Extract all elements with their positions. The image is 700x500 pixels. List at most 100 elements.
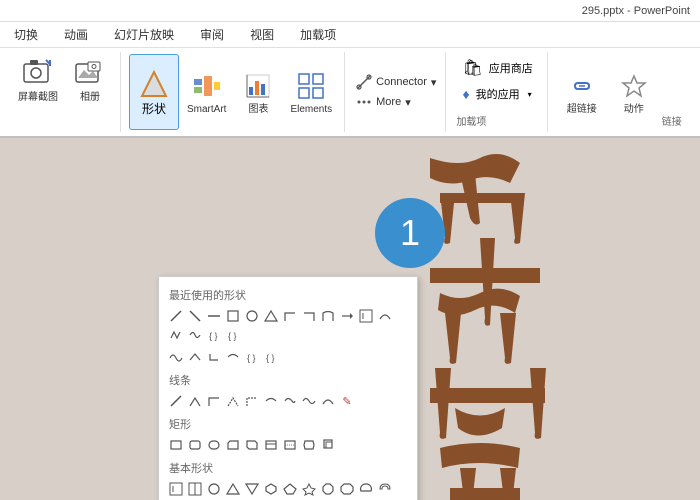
shape-item[interactable] xyxy=(205,307,223,325)
shape-item[interactable] xyxy=(262,436,280,454)
store-label: 应用商店 xyxy=(489,60,533,76)
shape-item[interactable] xyxy=(357,480,375,498)
shapes-label: 形状 xyxy=(142,100,166,117)
menu-item-switch[interactable]: 切换 xyxy=(10,24,42,45)
smartart-label: SmartArt xyxy=(187,104,226,116)
chart-button[interactable]: 图表 xyxy=(234,54,282,130)
shape-item[interactable] xyxy=(262,392,280,410)
shape-item[interactable] xyxy=(281,392,299,410)
shape-item[interactable] xyxy=(243,480,261,498)
svg-text:{ }: { } xyxy=(228,331,237,341)
shapes-button[interactable]: 形状 xyxy=(129,54,179,130)
store-button[interactable]: 🛍 应用商店 xyxy=(456,56,538,80)
shape-item[interactable] xyxy=(167,436,185,454)
shapes-group: 形状 SmartArt xyxy=(123,52,345,132)
shape-item[interactable]: ✎ xyxy=(338,392,356,410)
number-badge: 1 xyxy=(375,198,445,268)
recent-shapes-row: { } { } xyxy=(163,305,413,346)
shape-item[interactable] xyxy=(300,392,318,410)
photo-label: 相册 xyxy=(80,92,100,104)
shape-item[interactable] xyxy=(262,480,280,498)
menu-item-slideshow[interactable]: 幻灯片放映 xyxy=(110,24,178,45)
shape-item[interactable] xyxy=(281,436,299,454)
myapp-label: 我的应用 xyxy=(476,86,520,102)
shape-item[interactable] xyxy=(281,480,299,498)
connector-button[interactable]: Connector ▾ xyxy=(353,73,439,91)
shape-item[interactable] xyxy=(243,392,261,410)
shape-item[interactable] xyxy=(376,480,394,498)
shape-item[interactable] xyxy=(338,307,356,325)
myapp-button[interactable]: ♦ 我的应用 ▾ xyxy=(456,84,538,104)
action-button[interactable]: 动作 xyxy=(610,66,658,118)
shape-item[interactable] xyxy=(186,326,204,344)
shape-item[interactable] xyxy=(300,307,318,325)
shape-item[interactable] xyxy=(224,392,242,410)
shape-item[interactable]: { } xyxy=(243,348,261,366)
menu-item-addins[interactable]: 加载项 xyxy=(296,24,340,45)
menu-item-review[interactable]: 审阅 xyxy=(196,24,228,45)
more-label: More xyxy=(376,96,401,108)
shape-item[interactable] xyxy=(205,392,223,410)
shape-item[interactable] xyxy=(205,348,223,366)
screenshot-icon xyxy=(20,56,56,92)
screenshot-button[interactable]: 屏幕截图 xyxy=(12,54,64,106)
connector-label: Connector xyxy=(376,76,427,88)
myapp-icon: ♦ xyxy=(462,86,469,102)
shape-item[interactable] xyxy=(319,392,337,410)
shape-item[interactable] xyxy=(167,392,185,410)
hyperlink-button[interactable]: 超链接 xyxy=(558,66,606,118)
shape-item[interactable] xyxy=(186,436,204,454)
shape-item[interactable] xyxy=(281,307,299,325)
shape-item[interactable] xyxy=(205,436,223,454)
shape-item[interactable] xyxy=(300,480,318,498)
shape-item[interactable] xyxy=(357,307,375,325)
svg-text:{ }: { } xyxy=(266,353,275,363)
shape-item[interactable] xyxy=(243,436,261,454)
shape-item[interactable] xyxy=(205,480,223,498)
store-icon: 🛍 xyxy=(462,58,482,78)
shape-item[interactable]: { } xyxy=(224,326,242,344)
photo-button[interactable]: 相册 xyxy=(66,54,114,106)
shape-item[interactable] xyxy=(224,436,242,454)
smartart-button[interactable]: SmartArt xyxy=(181,54,232,130)
svg-text:{ }: { } xyxy=(247,353,256,363)
elements-button[interactable]: Elements xyxy=(284,54,338,130)
smartart-icon xyxy=(189,68,225,104)
photo-icon xyxy=(72,56,108,92)
shape-item[interactable] xyxy=(186,480,204,498)
shape-item[interactable]: { } xyxy=(205,326,223,344)
shape-item[interactable] xyxy=(186,307,204,325)
elements-icon xyxy=(293,68,329,104)
shape-item[interactable] xyxy=(319,480,337,498)
svg-text:{ }: { } xyxy=(209,331,218,341)
connector-group: Connector ▾ More ▾ xyxy=(347,52,446,132)
section-rect-title: 矩形 xyxy=(163,412,413,434)
shape-item[interactable] xyxy=(300,436,318,454)
badge-number: 1 xyxy=(400,212,420,254)
shape-item[interactable] xyxy=(319,307,337,325)
shape-item[interactable]: { } xyxy=(262,348,280,366)
shape-item[interactable] xyxy=(186,392,204,410)
shape-item[interactable] xyxy=(167,348,185,366)
action-icon xyxy=(616,68,652,104)
shape-item[interactable] xyxy=(167,480,185,498)
shape-item[interactable] xyxy=(167,326,185,344)
menu-item-view[interactable]: 视图 xyxy=(246,24,278,45)
links-group-label: 链接 xyxy=(662,113,682,128)
shape-item[interactable] xyxy=(167,307,185,325)
shape-item[interactable] xyxy=(224,307,242,325)
shape-item[interactable] xyxy=(224,480,242,498)
shape-item[interactable] xyxy=(376,307,394,325)
hyperlink-label: 超链接 xyxy=(567,104,597,116)
screenshot-label: 屏幕截图 xyxy=(18,92,58,104)
ribbon: 屏幕截图 相册 形状 xyxy=(0,48,700,138)
shape-item[interactable] xyxy=(262,307,280,325)
menu-item-animation[interactable]: 动画 xyxy=(60,24,92,45)
shape-item[interactable] xyxy=(319,436,337,454)
shape-item[interactable] xyxy=(338,480,356,498)
shape-item[interactable] xyxy=(224,348,242,366)
shape-item[interactable] xyxy=(186,348,204,366)
shape-item[interactable] xyxy=(243,307,261,325)
more-button[interactable]: More ▾ xyxy=(353,93,439,111)
insert-image-group: 屏幕截图 相册 xyxy=(6,52,121,132)
